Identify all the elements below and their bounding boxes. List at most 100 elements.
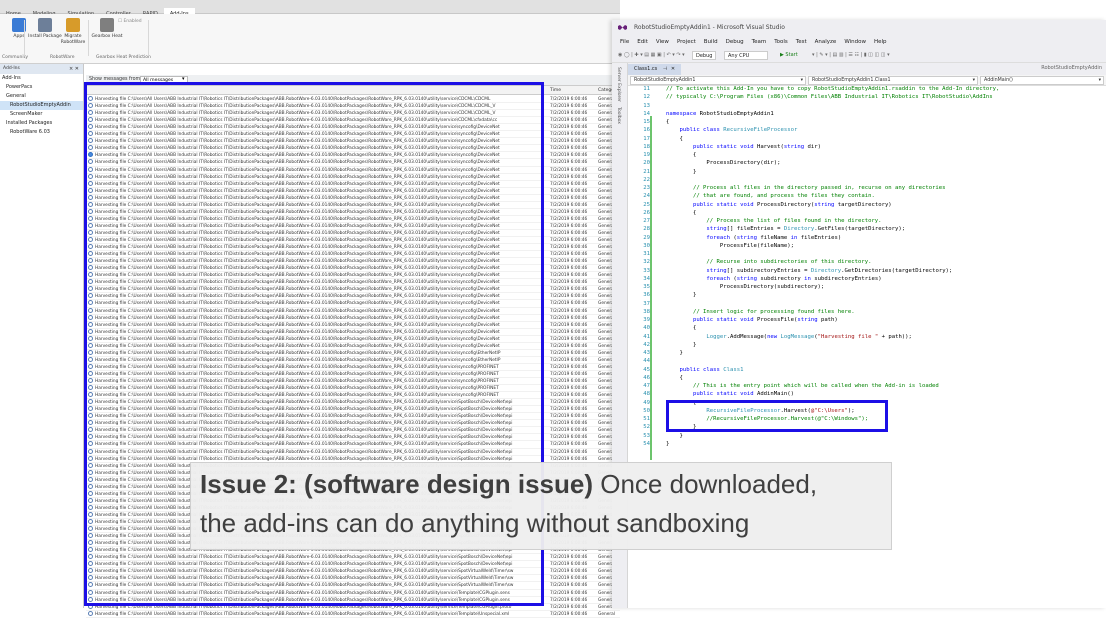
tree-item[interactable]: Add-Ins xyxy=(0,74,83,83)
menu-team[interactable]: Team xyxy=(752,39,767,45)
code-token: RecursiveFileProcessor xyxy=(723,127,798,134)
menu-window[interactable]: Window xyxy=(844,39,866,45)
start-button[interactable]: ▶ Start xyxy=(780,52,798,58)
toolbar-icons[interactable]: ◉ ◯ | ✚ ▾ ▤ ▦ ▣ | ↶ ▾ ↷ ▾ xyxy=(618,52,685,58)
code-line[interactable]: 39 public static void ProcessFile(string… xyxy=(628,316,838,324)
tree-item[interactable]: General xyxy=(0,92,83,101)
class-dropdown[interactable]: RobotStudioEmptyAddin1.Class1 ▾ xyxy=(808,76,978,85)
log-time: 7/2/2019 6:00:46 xyxy=(550,336,588,342)
code-line[interactable]: 37 xyxy=(628,300,666,308)
line-number: 51 xyxy=(643,416,650,422)
code-line[interactable]: 29 foreach (string fileName in fileEntri… xyxy=(628,234,841,242)
tab-class1-cs[interactable]: Class1.cs ⊣ ✕ xyxy=(628,64,682,75)
code-line[interactable]: 19 { xyxy=(628,151,696,159)
tree-item[interactable]: ScreenMaker xyxy=(0,110,83,119)
log-time: 7/2/2019 6:00:46 xyxy=(550,132,588,138)
menu-build[interactable]: Build xyxy=(704,39,718,45)
code-line[interactable]: 35 ProcessDirectory(subdirectory); xyxy=(628,283,824,291)
log-time: 7/2/2019 6:00:46 xyxy=(550,238,588,243)
code-line[interactable]: 54} xyxy=(628,440,669,448)
code-line[interactable]: 25 public static void ProcessDirectory(s… xyxy=(628,201,891,209)
code-token: dir) xyxy=(804,143,821,150)
code-line[interactable]: 41 Logger.AddMessage(new LogMessage("Har… xyxy=(628,333,912,341)
pin-icon[interactable]: ⊣ xyxy=(663,66,667,72)
menu-help[interactable]: Help xyxy=(874,39,887,45)
code-line[interactable]: 24 // that are found, and process the fi… xyxy=(628,192,875,200)
code-line[interactable]: 33 string[] subdirectoryEntries = Direct… xyxy=(628,267,952,275)
code-line[interactable]: 30 ProcessFile(fileName); xyxy=(628,242,794,250)
code-line[interactable]: 21 } xyxy=(628,168,696,176)
code-line[interactable]: 38 // Insert logic for processing found … xyxy=(628,308,854,316)
code-line[interactable]: 31 xyxy=(628,250,666,258)
code-line[interactable]: 45 public class Class1 xyxy=(628,366,743,374)
code-token: foreach xyxy=(706,234,730,241)
toolbox-tab[interactable]: Toolbox xyxy=(616,107,621,124)
enabled-checkbox[interactable]: ☐ Enabled xyxy=(118,19,142,24)
code-line[interactable]: 44 xyxy=(628,357,666,365)
server-explorer-tab[interactable]: Server Explorer xyxy=(616,67,621,102)
code-line[interactable]: 16 public class RecursiveFileProcessor xyxy=(628,126,797,134)
tree-item[interactable]: RobotWare 6.03 xyxy=(0,128,83,137)
code-line[interactable]: 28 string[] fileEntries = Directory.GetF… xyxy=(628,225,905,233)
platform-select[interactable]: Any CPU xyxy=(724,51,768,60)
config-select[interactable]: Debug xyxy=(692,51,717,60)
tree-item[interactable]: Installed Packages xyxy=(0,119,83,128)
line-number: 11 xyxy=(643,86,650,92)
code-line[interactable]: 36 } xyxy=(628,291,696,299)
code-line[interactable]: 47 // This is the entry point which will… xyxy=(628,382,939,390)
code-line[interactable]: 40 { xyxy=(628,324,696,332)
code-line[interactable]: 15 { xyxy=(628,118,669,126)
vs-document-tabs: Class1.cs ⊣ ✕ RobotStudioEmptyAddin xyxy=(628,63,1106,75)
menu-file[interactable]: File xyxy=(620,39,629,45)
menu-edit[interactable]: Edit xyxy=(637,39,648,45)
menu-debug[interactable]: Debug xyxy=(726,39,744,45)
code-line[interactable]: 53 } xyxy=(628,432,683,440)
code-token: ProcessDirectory(dir); xyxy=(666,160,781,167)
code-line[interactable]: 12 // typically C:\Program Files (x86)\Co… xyxy=(628,93,992,101)
menu-analyze[interactable]: Analyze xyxy=(815,39,837,45)
gearbox-heat-button[interactable]: Gearbox Heat xyxy=(90,18,124,58)
code-line[interactable]: 17 { xyxy=(628,135,683,143)
log-time: 7/2/2019 6:00:46 xyxy=(550,435,588,441)
close-icon[interactable]: × ✕ xyxy=(69,66,79,72)
log-time: 7/2/2019 6:00:46 xyxy=(550,555,588,561)
code-line[interactable]: 34 foreach (string subdirectory in subdi… xyxy=(628,275,881,283)
tree-item[interactable]: RobotStudioEmptyAddin xyxy=(0,101,83,110)
code-line[interactable]: 22 xyxy=(628,176,666,184)
menu-view[interactable]: View xyxy=(656,39,669,45)
close-icon[interactable]: ✕ xyxy=(671,66,675,72)
menu-project[interactable]: Project xyxy=(677,39,696,45)
code-line[interactable]: 27 // Process the list of files found in… xyxy=(628,217,881,225)
column-time[interactable]: Time xyxy=(550,88,561,93)
line-number: 18 xyxy=(643,143,650,150)
chevron-down-icon: ▾ xyxy=(800,78,803,83)
ribbon-separator xyxy=(88,20,89,56)
menu-test[interactable]: Test xyxy=(796,39,807,45)
line-number: 28 xyxy=(643,226,650,233)
code-line[interactable]: 26 { xyxy=(628,209,696,217)
migrate-robotware-button[interactable]: Migrate RobotWare xyxy=(56,18,90,58)
toolbar-icons-2[interactable]: ▾ | ✎ ▾ | ▤ ▥ | ☰ ☷ | ▮ ◫ ◫ ◫ ▾ xyxy=(812,52,890,58)
code-line[interactable]: 48 public static void AddinMain() xyxy=(628,390,794,398)
tree-item[interactable]: PowerPacs xyxy=(0,83,83,92)
member-dropdown[interactable]: AddinMain() ▾ xyxy=(980,76,1104,85)
code-line[interactable]: 23 // Process all files in the directory… xyxy=(628,184,945,192)
code-line[interactable]: 43 } xyxy=(628,349,683,357)
log-row[interactable]: Harvesting file C:\Users\All Users\ABB I… xyxy=(86,610,620,618)
log-time: 7/2/2019 6:00:46 xyxy=(550,393,588,399)
log-message: Harvesting file C:\Users\All Users\ABB I… xyxy=(95,611,510,617)
log-time: 7/2/2019 6:00:46 xyxy=(550,379,588,384)
line-number: 26 xyxy=(643,209,650,216)
code-line[interactable]: 42 } xyxy=(628,341,696,349)
code-line[interactable]: 11 // To activate this Add-In you have to… xyxy=(628,86,999,93)
code-line[interactable]: 32 // Recurse into subdirectories of thi… xyxy=(628,258,871,266)
code-line[interactable]: 46 { xyxy=(628,374,683,382)
code-line[interactable]: 13 xyxy=(628,102,666,110)
menu-tools[interactable]: Tools xyxy=(774,39,788,45)
code-line[interactable]: 18 public static void Harvest(string dir… xyxy=(628,143,821,151)
project-dropdown[interactable]: RobotStudioEmptyAddin1 ▾ xyxy=(630,76,806,85)
code-token: ProcessDirectory(subdirectory); xyxy=(666,284,825,290)
